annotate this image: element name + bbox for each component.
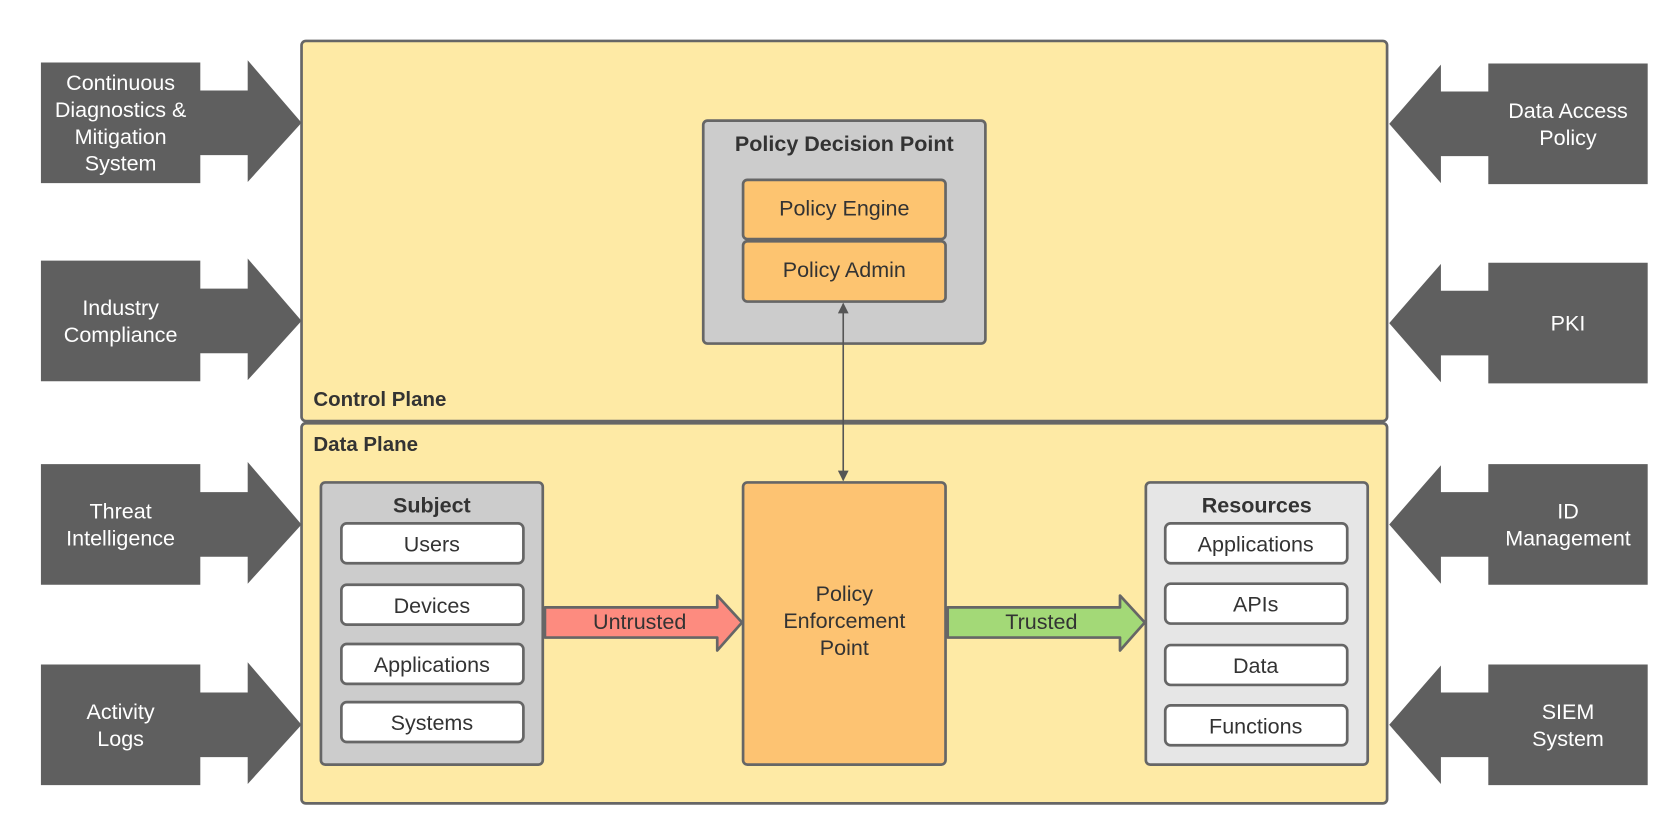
resource-item-label: Data	[1233, 654, 1278, 678]
subject-item-label: Users	[404, 532, 460, 556]
left-input-label: Diagnostics &	[55, 98, 187, 122]
right-input-label: SIEM	[1542, 700, 1595, 724]
right-input-label: PKI	[1551, 312, 1586, 336]
pep-line: Enforcement	[783, 609, 905, 633]
untrusted-label: Untrusted	[593, 610, 686, 634]
right-input-label: ID	[1557, 500, 1579, 524]
subject-group: Subject Users Devices Applications Systems	[319, 481, 545, 766]
left-input-label: Logs	[97, 727, 144, 751]
resources-title: Resources	[1202, 494, 1312, 518]
right-input-label: Management	[1505, 526, 1631, 550]
left-input-label: Mitigation	[75, 125, 167, 149]
zero-trust-architecture-diagram: Control Plane Data Plane Continuous Diagn…	[40, 39, 1648, 805]
left-input-label: System	[85, 152, 157, 176]
policy-decision-point: Policy Decision Point Policy Engine Poli…	[701, 119, 987, 345]
policy-enforcement-point: Policy Enforcement Point	[741, 481, 947, 766]
resource-item-label: APIs	[1233, 593, 1278, 617]
right-input-arrow: Data Access Policy	[1389, 63, 1648, 185]
right-input-label: Policy	[1539, 126, 1597, 150]
pdp-title: Policy Decision Point	[735, 132, 954, 156]
resource-item-label: Applications	[1198, 532, 1314, 556]
resources-group: Resources Applications APIs Data Functions	[1144, 481, 1370, 766]
right-input-arrow: PKI	[1389, 262, 1648, 384]
trusted-label: Trusted	[1005, 610, 1077, 634]
left-input-arrow: Activity Logs	[40, 662, 302, 786]
left-input-arrow: Industry Compliance	[40, 258, 302, 382]
left-input-label: Industry	[82, 296, 159, 320]
subject-item-label: Devices	[394, 594, 471, 618]
subject-item-label: Systems	[391, 711, 474, 735]
subject-item-label: Applications	[374, 653, 490, 677]
right-input-arrow: SIEM System	[1389, 664, 1648, 786]
right-input-arrow: IDManagement	[1389, 464, 1648, 585]
pep-line: Point	[820, 636, 869, 660]
left-input-label: Intelligence	[66, 526, 175, 550]
resource-item-label: Functions	[1209, 714, 1302, 738]
right-input-label: System	[1532, 727, 1604, 751]
left-input-label: Activity	[87, 700, 155, 724]
left-input-label: Continuous	[66, 71, 175, 95]
right-input-label: Data Access	[1508, 99, 1628, 123]
pep-line: Policy	[816, 582, 874, 606]
subject-title: Subject	[393, 494, 471, 518]
policy-engine-label: Policy Engine	[779, 196, 909, 220]
left-input-label: Threat	[90, 500, 152, 524]
left-input-arrow: Continuous Diagnostics & Mitigation System	[40, 60, 302, 184]
control-plane-label: Control Plane	[313, 388, 446, 411]
left-input-label: Compliance	[64, 323, 178, 347]
policy-admin-label: Policy Admin	[783, 258, 906, 282]
data-plane-label: Data Plane	[313, 433, 418, 456]
left-input-arrow: ThreatIntelligence	[40, 462, 302, 585]
